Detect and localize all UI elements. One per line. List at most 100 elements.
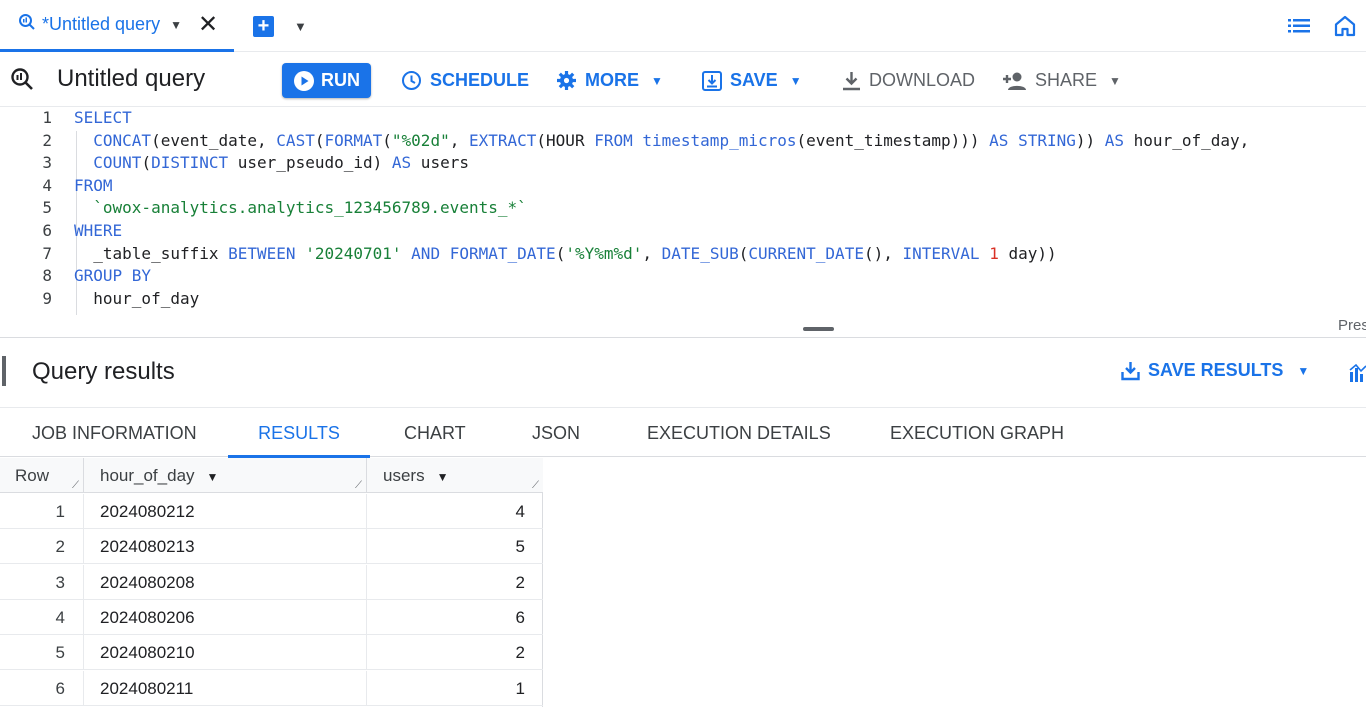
- editor-hint: Pres: [1338, 317, 1366, 334]
- cell-users: 2: [515, 643, 525, 663]
- column-header-row[interactable]: Row ⟋: [0, 458, 84, 493]
- code-line[interactable]: 9 hour_of_day: [0, 288, 1366, 310]
- table-header: Row ⟋ hour_of_day ▼ ⟋ users ▼ ⟋: [0, 458, 543, 493]
- run-button[interactable]: RUN: [282, 63, 371, 98]
- clock-icon: [402, 71, 421, 90]
- save-results-button[interactable]: SAVE RESULTS ▼: [1121, 360, 1309, 381]
- table-row[interactable]: 3 2024080208 2: [0, 564, 543, 600]
- line-number: 1: [42, 108, 52, 127]
- code-line[interactable]: 8 GROUP BY: [0, 265, 1366, 287]
- query-results-header: Query results SAVE RESULTS ▼: [0, 337, 1366, 407]
- tab-results[interactable]: RESULTS: [228, 408, 370, 458]
- tab-untitled-query[interactable]: *Untitled query ▼ ✕: [0, 0, 234, 52]
- explore-data-icon[interactable]: [1349, 363, 1366, 387]
- code-text: FROM: [74, 175, 113, 195]
- download-label: DOWNLOAD: [869, 70, 976, 90]
- share-label: SHARE: [1035, 70, 1098, 90]
- column-header-label: hour_of_day: [100, 466, 195, 485]
- column-header-label: Row: [15, 466, 50, 485]
- code-text: CONCAT(event_date, CAST(FORMAT("%02d", E…: [93, 130, 1250, 150]
- query-title: Untitled query: [57, 65, 206, 92]
- play-icon: [294, 70, 314, 91]
- pane-resize-handle[interactable]: [803, 327, 834, 331]
- more-button[interactable]: MORE ▼: [556, 63, 663, 98]
- cell-users: 4: [515, 502, 525, 521]
- code-line[interactable]: 3 COUNT(DISTINCT user_pseudo_id) AS user…: [0, 152, 1366, 174]
- column-header-label: users: [383, 466, 425, 485]
- tab-execution-details[interactable]: EXECUTION DETAILS: [647, 408, 831, 458]
- code-line[interactable]: 6 WHERE: [0, 220, 1366, 242]
- tab-json[interactable]: JSON: [532, 408, 580, 458]
- tab-title: *Untitled query: [42, 14, 161, 34]
- column-resize-icon[interactable]: ⟋: [72, 481, 79, 491]
- cell-users: 2: [515, 572, 525, 592]
- gear-icon: [557, 71, 576, 90]
- query-icon: [10, 67, 34, 96]
- tab-execution-graph[interactable]: EXECUTION GRAPH: [890, 408, 1064, 458]
- save-label: SAVE: [730, 70, 778, 90]
- download-icon: [1121, 361, 1140, 380]
- cell-hour-of-day: 2024080212: [84, 494, 367, 529]
- line-number: 6: [42, 221, 52, 240]
- tab-menu-caret-icon[interactable]: ▼: [170, 18, 182, 32]
- table-row[interactable]: 2 2024080213 5: [0, 529, 543, 565]
- add-tab-button[interactable]: +: [253, 16, 274, 37]
- share-button[interactable]: SHARE ▼: [1003, 63, 1121, 98]
- line-number: 8: [42, 266, 52, 286]
- sql-editor[interactable]: 1 SELECT 2 CONCAT(event_date, CAST(FORMAT(…: [0, 106, 1366, 336]
- tabs-dropdown-icon[interactable]: ▼: [294, 19, 307, 34]
- column-header-users[interactable]: users ▼ ⟋: [367, 458, 543, 493]
- code-text: WHERE: [74, 221, 123, 240]
- sort-dropdown-icon[interactable]: ▼: [437, 470, 449, 484]
- code-line[interactable]: 5 `owox-analytics.analytics_123456789.ev…: [0, 197, 1366, 219]
- table-row[interactable]: 6 2024080211 1: [0, 670, 543, 706]
- results-collapse-handle[interactable]: [2, 356, 6, 386]
- cell-hour-of-day: 2024080210: [84, 635, 367, 671]
- cell-users: 1: [515, 678, 525, 698]
- line-number: 5: [42, 198, 52, 218]
- save-results-dropdown-icon: ▼: [1297, 363, 1310, 378]
- table-row[interactable]: 4 2024080206 6: [0, 599, 543, 635]
- cell-users: 6: [515, 607, 525, 627]
- code-line[interactable]: 2 CONCAT(event_date, CAST(FORMAT("%02d",…: [0, 130, 1366, 152]
- tab-job-information[interactable]: JOB INFORMATION: [32, 408, 197, 458]
- home-icon[interactable]: [1334, 15, 1356, 42]
- download-icon: [843, 71, 860, 90]
- schedule-button[interactable]: SCHEDULE: [401, 63, 529, 98]
- line-number: 2: [42, 130, 52, 150]
- table-row[interactable]: 1 2024080212 4: [0, 494, 543, 529]
- editor-tab-bar: *Untitled query ▼ ✕ + ▼: [0, 0, 1366, 52]
- code-line[interactable]: 4 FROM: [0, 175, 1366, 197]
- run-label: RUN: [321, 70, 360, 90]
- cell-users: 5: [515, 537, 525, 557]
- column-header-hour-of-day[interactable]: hour_of_day ▼ ⟋: [84, 458, 367, 493]
- save-results-label: SAVE RESULTS: [1148, 360, 1284, 380]
- list-icon[interactable]: [1288, 16, 1310, 41]
- code-line[interactable]: 7 _table_suffix BETWEEN '20240701' AND F…: [0, 243, 1366, 265]
- results-tabs: JOB INFORMATION RESULTS CHART JSON EXECU…: [0, 407, 1366, 458]
- more-label: MORE: [585, 70, 639, 90]
- tab-chart[interactable]: CHART: [404, 408, 466, 458]
- code-text: hour_of_day: [74, 288, 200, 308]
- column-resize-icon[interactable]: ⟋: [355, 481, 362, 491]
- results-table: Row ⟋ hour_of_day ▼ ⟋ users ▼ ⟋ 1 202408021…: [0, 458, 543, 707]
- cell-row: 4: [0, 599, 84, 635]
- line-number: 3: [42, 153, 52, 173]
- more-dropdown-icon: ▼: [651, 73, 663, 88]
- cell-hour-of-day: 2024080211: [84, 670, 367, 706]
- code-text: SELECT: [74, 108, 132, 127]
- cell-row: 6: [0, 670, 84, 706]
- close-tab-icon[interactable]: ✕: [198, 13, 218, 37]
- save-button[interactable]: SAVE ▼: [702, 63, 802, 98]
- save-icon: [702, 70, 722, 91]
- download-button[interactable]: DOWNLOAD: [842, 63, 975, 98]
- code-text: GROUP BY: [74, 266, 152, 286]
- sort-dropdown-icon[interactable]: ▼: [207, 470, 219, 484]
- table-row[interactable]: 5 2024080210 2: [0, 635, 543, 671]
- cell-row: 1: [0, 494, 84, 529]
- code-text: COUNT(DISTINCT user_pseudo_id) AS users: [93, 153, 469, 173]
- code-line[interactable]: 1 SELECT: [0, 107, 1366, 129]
- column-resize-icon[interactable]: ⟋: [532, 481, 539, 491]
- cell-row: 3: [0, 564, 84, 600]
- cell-row: 2: [0, 529, 84, 565]
